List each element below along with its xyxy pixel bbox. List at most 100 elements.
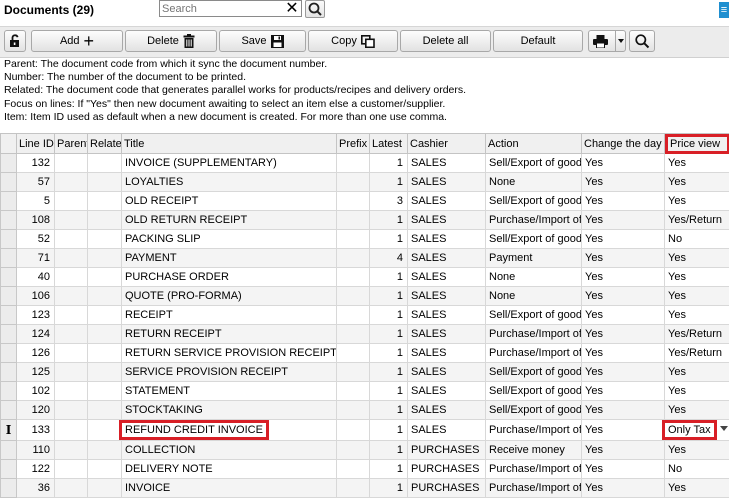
cell-price-view[interactable]: Yes [665,363,729,382]
cell-parent[interactable] [55,173,88,192]
find-button[interactable] [629,30,655,52]
cell-line-id[interactable]: 110 [17,441,55,460]
cell-price-view[interactable]: No [665,230,729,249]
current-row-indicator[interactable]: I [1,420,17,441]
table-row[interactable]: 126RETURN SERVICE PROVISION RECEIPT1SALE… [1,344,729,363]
cell-prefix[interactable] [337,441,370,460]
cell-line-id[interactable]: 5 [17,192,55,211]
cell-title[interactable]: INVOICE [122,479,337,498]
row-header[interactable] [1,479,17,498]
cell-line-id[interactable]: 52 [17,230,55,249]
cell-relate[interactable] [88,344,122,363]
row-header[interactable] [1,344,17,363]
cell-parent[interactable] [55,420,88,441]
save-button[interactable]: Save [219,30,306,52]
cell-price-view[interactable]: Yes [665,268,729,287]
add-button[interactable]: Add + [31,30,123,52]
table-row[interactable]: 40PURCHASE ORDER1SALESNoneYesYes [1,268,729,287]
cell-title[interactable]: RETURN RECEIPT [122,325,337,344]
search-input[interactable] [162,2,280,15]
row-header[interactable] [1,325,17,344]
column-header-latest[interactable]: Latest [370,134,408,154]
column-header-parent[interactable]: Parent [55,134,88,154]
cell-action[interactable]: Sell/Export of good [486,363,582,382]
cell-action[interactable]: Sell/Export of good [486,382,582,401]
row-header[interactable] [1,154,17,173]
cell-latest[interactable]: 3 [370,192,408,211]
cell-latest[interactable]: 1 [370,325,408,344]
cell-change-the-day[interactable]: Yes [582,363,665,382]
cell-action[interactable]: None [486,173,582,192]
cell-change-the-day[interactable]: Yes [582,325,665,344]
cell-title[interactable]: LOYALTIES [122,173,337,192]
cell-price-view[interactable]: Yes/Return [665,211,729,230]
cell-relate[interactable] [88,249,122,268]
cell-price-view[interactable]: Yes [665,287,729,306]
column-header-relate[interactable]: Relate [88,134,122,154]
cell-change-the-day[interactable]: Yes [582,420,665,441]
table-row[interactable]: 52PACKING SLIP1SALESSell/Export of goodY… [1,230,729,249]
cell-price-view[interactable]: Yes [665,173,729,192]
cell-cashier[interactable]: SALES [408,249,486,268]
column-header-prefix[interactable]: Prefix [337,134,370,154]
column-header-action[interactable]: Action [486,134,582,154]
cell-prefix[interactable] [337,306,370,325]
cell-action[interactable]: Payment [486,249,582,268]
row-header[interactable] [1,268,17,287]
cell-latest[interactable]: 1 [370,230,408,249]
cell-change-the-day[interactable]: Yes [582,249,665,268]
cell-cashier[interactable]: SALES [408,211,486,230]
cell-relate[interactable] [88,211,122,230]
cell-change-the-day[interactable]: Yes [582,268,665,287]
cell-latest[interactable]: 1 [370,306,408,325]
cell-latest[interactable]: 1 [370,441,408,460]
cell-prefix[interactable] [337,192,370,211]
cell-parent[interactable] [55,249,88,268]
cell-cashier[interactable]: SALES [408,363,486,382]
cell-title[interactable]: OLD RETURN RECEIPT [122,211,337,230]
cell-prefix[interactable] [337,401,370,420]
cell-cashier[interactable]: SALES [408,192,486,211]
table-row[interactable]: 106QUOTE (PRO-FORMA)1SALESNoneYesYes [1,287,729,306]
cell-parent[interactable] [55,154,88,173]
cell-line-id[interactable]: 122 [17,460,55,479]
cell-cashier[interactable]: PURCHASES [408,441,486,460]
column-header-cashier[interactable]: Cashier [408,134,486,154]
cell-change-the-day[interactable]: Yes [582,441,665,460]
table-row[interactable]: 124RETURN RECEIPT1SALESPurchase/Import o… [1,325,729,344]
cell-parent[interactable] [55,287,88,306]
cell-cashier[interactable]: SALES [408,344,486,363]
cell-price-view[interactable]: Only Tax [665,420,729,441]
cell-latest[interactable]: 1 [370,420,408,441]
cell-relate[interactable] [88,306,122,325]
row-header[interactable] [1,173,17,192]
cell-line-id[interactable]: 71 [17,249,55,268]
cell-prefix[interactable] [337,420,370,441]
cell-price-view[interactable]: Yes [665,192,729,211]
cell-cashier[interactable]: SALES [408,420,486,441]
cell-change-the-day[interactable]: Yes [582,306,665,325]
cell-parent[interactable] [55,441,88,460]
table-row[interactable]: 71PAYMENT4SALESPaymentYesYes [1,249,729,268]
table-row[interactable]: 36INVOICE1PURCHASESPurchase/Import ofYes… [1,479,729,498]
cell-title[interactable]: PURCHASE ORDER [122,268,337,287]
cell-change-the-day[interactable]: Yes [582,287,665,306]
cell-title[interactable]: REFUND CREDIT INVOICE [122,420,337,441]
cell-relate[interactable] [88,401,122,420]
cell-prefix[interactable] [337,460,370,479]
cell-line-id[interactable]: 57 [17,173,55,192]
cell-cashier[interactable]: SALES [408,154,486,173]
cell-latest[interactable]: 1 [370,173,408,192]
cell-line-id[interactable]: 123 [17,306,55,325]
cell-latest[interactable]: 1 [370,344,408,363]
cell-cashier[interactable]: SALES [408,268,486,287]
cell-parent[interactable] [55,460,88,479]
cell-line-id[interactable]: 132 [17,154,55,173]
column-header-title[interactable]: Title [122,134,337,154]
cell-price-view[interactable]: Yes [665,479,729,498]
cell-line-id[interactable]: 126 [17,344,55,363]
menu-icon[interactable]: ≡ [719,2,729,18]
delete-button[interactable]: Delete [125,30,217,52]
cell-action[interactable]: Purchase/Import of [486,211,582,230]
cell-parent[interactable] [55,382,88,401]
